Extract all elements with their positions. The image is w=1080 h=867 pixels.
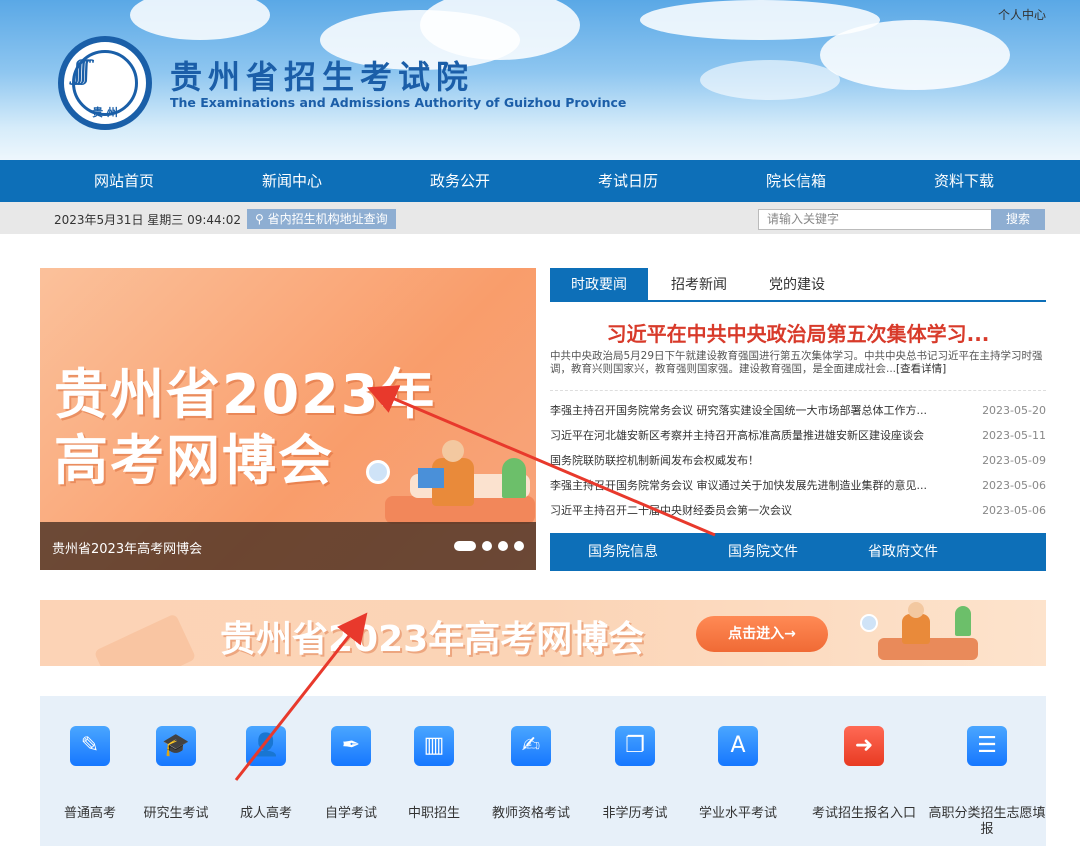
service-registration-entry[interactable]: ➜ 考试招生报名入口 [812,696,916,846]
service-label: 非学历考试 [602,806,668,821]
site-subtitle: The Examinations and Admissions Authorit… [170,95,627,110]
news-headline[interactable]: 习近平在中共中央政治局第五次集体学习... [550,318,1046,347]
news-tabs: 时政要闻 招考新闻 党的建设 [550,268,1046,302]
list-item[interactable]: 习近平主持召开二十届中央财经委员会第一次会议 2023-05-06 [550,498,1046,523]
service-general-gaokao[interactable]: ✎ 普通高考 [40,696,140,846]
service-grid: ✎ 普通高考 🎓 研究生考试 👤 成人高考 ✒ 自学考试 ▥ 中职招生 ✍ 教师… [40,696,1046,846]
banner-caption: 贵州省2023年高考网博会 [52,542,203,557]
entry-arrow-icon: ➜ [844,726,884,766]
click-enter-button[interactable]: 点击进入→ [696,616,828,652]
wide-banner-title: 贵州省2023年高考网博会 [220,619,645,660]
news-item-title[interactable]: 李强主持召开国务院常务会议 审议通过关于加快发展先进制造业集群的意见... [550,473,960,498]
cloud-decoration [700,60,840,100]
news-item-date: 2023-05-06 [982,504,1046,517]
location-pin-icon: ⚲ [255,212,268,226]
adult-person-icon: 👤 [246,726,286,766]
logo-label: 贵 州 [92,106,118,119]
link-state-council-info[interactable]: 国务院信息 [588,533,658,571]
service-label: 学业水平考试 [698,806,777,821]
banner-carousel[interactable]: 贵州省2023年 高考网博会 贵州省2023年高考网博会 [40,268,536,570]
cloud-decoration [820,20,1010,90]
link-state-council-docs[interactable]: 国务院文件 [728,533,798,571]
banner-caption-bar: 贵州省2023年高考网博会 [40,522,536,570]
nav-item-news[interactable]: 新闻中心 [208,160,376,202]
news-item-date: 2023-05-09 [982,454,1046,467]
grade-a-icon: A [718,726,758,766]
service-non-degree[interactable]: ❐ 非学历考试 [585,696,685,846]
location-query-label: 省内招生机构地址查询 [267,212,388,226]
cloud-decoration [130,0,270,40]
carousel-dot-2[interactable] [482,541,492,551]
clock-icon [366,460,390,484]
service-secondary-vocational[interactable]: ▥ 中职招生 [384,696,484,846]
quick-links-bar: 国务院信息 国务院文件 省政府文件 [550,533,1046,571]
service-proficiency-test[interactable]: A 学业水平考试 [688,696,788,846]
book-decoration [93,613,197,666]
news-item-date: 2023-05-06 [982,479,1046,492]
teacher-icon: ✍ [511,726,551,766]
books-icon: ▥ [414,726,454,766]
news-summary: 中共中央政治局5月29日下午就建设教育强国进行第五次集体学习。中共中央总书记习近… [550,350,1044,376]
carousel-dot-3[interactable] [498,541,508,551]
graduation-cap-icon: 🎓 [156,726,196,766]
search-button[interactable]: 搜索 [991,209,1045,230]
info-bar: 2023年5月31日 星期三 09:44:02 ⚲ 省内招生机构地址查询 请输入… [0,202,1080,234]
personal-center-link[interactable]: 个人中心 [998,6,1046,23]
service-teacher-cert[interactable]: ✍ 教师资格考试 [481,696,581,846]
bookmark-icon: ❐ [615,726,655,766]
nav-item-exam-calendar[interactable]: 考试日历 [544,160,712,202]
search-input[interactable]: 请输入关键字 [758,209,992,230]
list-item[interactable]: 李强主持召开国务院常务会议 审议通过关于加快发展先进制造业集群的意见... 202… [550,473,1046,498]
expo-wide-banner[interactable]: 贵州省2023年高考网博会 点击进入→ [40,600,1046,666]
list-item[interactable]: 国务院联防联控机制新闻发布会权威发布！ 2023-05-09 [550,448,1046,473]
news-item-date: 2023-05-20 [982,404,1046,417]
service-label: 考试招生报名入口 [811,806,916,821]
plant-icon [502,458,526,498]
news-item-title[interactable]: 习近平在河北雄安新区考察并主持召开高标准高质量推进雄安新区建设座谈会 [550,423,960,448]
news-item-date: 2023-05-11 [982,429,1046,442]
form-fill-icon: ☰ [967,726,1007,766]
nav-item-gov-affairs[interactable]: 政务公开 [376,160,544,202]
person-head-illustration [442,440,464,462]
service-postgraduate[interactable]: 🎓 研究生考试 [126,696,226,846]
site-header: 个人中心 ʃʃʃʃ 贵 州 贵州省招生考试院 The Examinations … [0,0,1080,160]
service-label: 高职分类招生志愿填报 [928,806,1046,837]
pen-nib-icon: ✒ [331,726,371,766]
current-datetime: 2023年5月31日 星期三 09:44:02 [54,213,241,227]
banner-title-line2: 高考网博会 [54,429,334,492]
view-details-link[interactable]: [查看详情] [896,363,946,375]
carousel-dot-1[interactable] [454,541,476,551]
clock-icon [860,614,878,632]
news-item-title[interactable]: 习近平主持召开二十届中央财经委员会第一次会议 [550,498,960,523]
plant-icon [955,606,971,636]
main-nav: 网站首页 新闻中心 政务公开 考试日历 院长信箱 资料下载 [0,160,1080,202]
tab-admission-news[interactable]: 招考新闻 [654,268,744,302]
nav-item-downloads[interactable]: 资料下载 [880,160,1048,202]
person-head-illustration [908,602,924,618]
list-item[interactable]: 李强主持召开国务院常务会议 研究落实建设全国统一大市场部署总体工作方... 202… [550,398,1046,423]
location-query-button[interactable]: ⚲ 省内招生机构地址查询 [247,209,396,229]
logo-mark-icon: ʃʃʃʃ [74,56,90,86]
site-title: 贵州省招生考试院 [170,58,475,96]
news-list: 李强主持召开国务院常务会议 研究落实建设全国统一大市场部署总体工作方... 202… [550,398,1046,523]
news-item-title[interactable]: 国务院联防联控机制新闻发布会权威发布！ [550,448,960,473]
nav-item-home[interactable]: 网站首页 [40,160,208,202]
news-divider [550,390,1046,391]
open-book-icon [418,468,444,488]
nav-item-director-mailbox[interactable]: 院长信箱 [712,160,880,202]
carousel-dots [454,541,524,551]
news-item-title[interactable]: 李强主持召开国务院常务会议 研究落实建设全国统一大市场部署总体工作方... [550,398,960,423]
reading-person-illustration [902,614,930,644]
site-logo[interactable]: ʃʃʃʃ 贵 州 [58,36,152,130]
tab-party-building[interactable]: 党的建设 [752,268,842,302]
service-vocational-application[interactable]: ☰ 高职分类招生志愿填报 [928,696,1046,846]
service-label: 教师资格考试 [491,806,570,821]
link-provincial-gov-docs[interactable]: 省政府文件 [868,533,938,571]
carousel-dot-4[interactable] [514,541,524,551]
news-summary-text: 中共中央政治局5月29日下午就建设教育强国进行第五次集体学习。中共中央总书记习近… [550,350,1043,375]
tab-current-affairs[interactable]: 时政要闻 [550,268,648,302]
pen-icon: ✎ [70,726,110,766]
list-item[interactable]: 习近平在河北雄安新区考察并主持召开高标准高质量推进雄安新区建设座谈会 2023-0… [550,423,1046,448]
